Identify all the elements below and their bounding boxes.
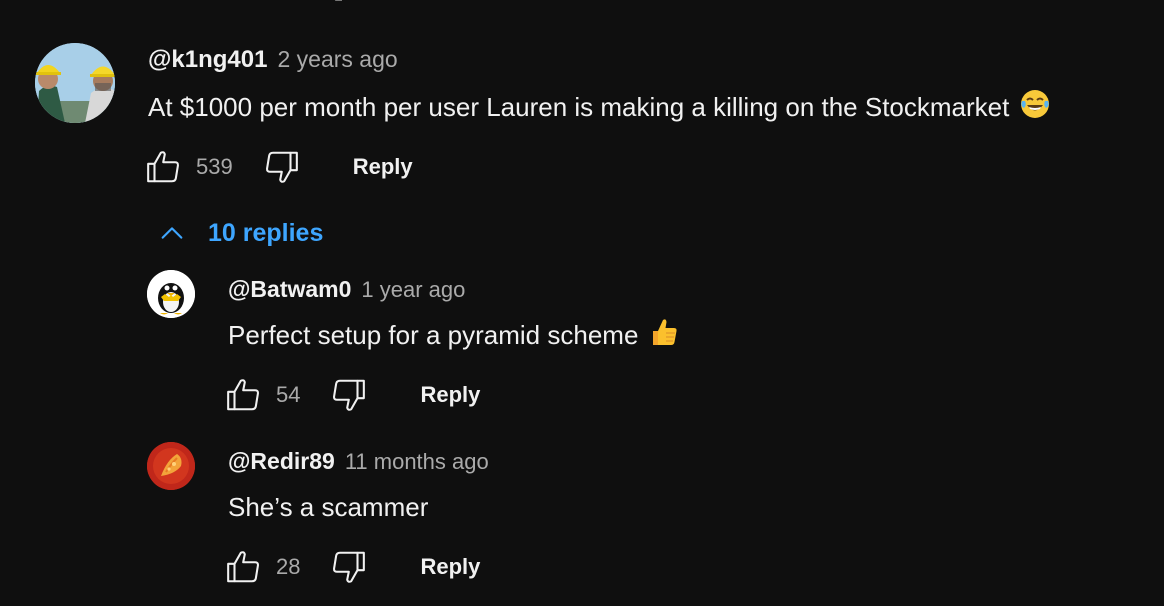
like-count: 54 [276,382,301,407]
comment-text: Perfect setup for a pyramid scheme [228,319,639,350]
comment-author[interactable]: @Batwam0 [228,276,351,303]
like-count: 28 [276,554,301,579]
comment-actions: 539 Reply [144,147,413,187]
avatar[interactable] [147,442,195,490]
avatar[interactable] [147,270,195,318]
reply-button[interactable]: Reply [420,554,480,580]
reply-button[interactable]: Reply [353,154,413,180]
dislike-icon[interactable] [328,375,368,415]
comment-body: She’s a scammer [228,488,428,526]
comment-author[interactable]: @Redir89 [228,448,335,475]
comment-thread: @k1ng401 2 years ago At $1000 per month … [0,0,1164,260]
like-count: 539 [196,154,233,179]
comment-header: @Batwam0 1 year ago [228,276,465,303]
replies-toggle-button[interactable]: 10 replies [157,218,323,248]
avatar-image [35,43,115,123]
comments-page: @k1ng401 2 years ago At $1000 per month … [0,0,1164,606]
thumbs-up-emoji-icon [648,316,680,355]
comment-text: She’s a scammer [228,491,429,522]
replies-count-label: 10 replies [208,218,324,247]
reply-button[interactable]: Reply [420,382,480,408]
avatar-image [147,270,195,318]
chevron-up-icon [157,218,187,248]
reply-comment: @Batwam0 1 year ago Perfect setup for a … [0,260,1164,430]
comment-body: Perfect setup for a pyramid scheme [228,316,680,354]
like-icon[interactable] [224,547,264,587]
comment-timestamp[interactable]: 11 months ago [345,449,489,475]
comment-actions: 54 Reply [224,375,480,415]
laughing-tears-emoji-icon [1019,88,1051,127]
comment-header: @Redir89 11 months ago [228,448,489,475]
comment-text: At $1000 per month per user Lauren is ma… [148,91,1010,122]
comment-actions: 28 Reply [224,547,480,587]
avatar[interactable] [35,43,115,123]
dislike-icon[interactable] [328,547,368,587]
reply-comment: @Redir89 11 months ago She’s a scammer 2… [0,430,1164,606]
comment-header: @k1ng401 2 years ago [148,46,398,74]
comment-author[interactable]: @k1ng401 [148,46,267,74]
dislike-icon[interactable] [261,147,301,187]
comment-timestamp[interactable]: 2 years ago [277,46,397,73]
avatar-image [147,442,195,490]
like-icon[interactable] [144,147,184,187]
like-icon[interactable] [224,375,264,415]
comment-body: At $1000 per month per user Lauren is ma… [148,88,1051,126]
comment-timestamp[interactable]: 1 year ago [361,277,465,303]
